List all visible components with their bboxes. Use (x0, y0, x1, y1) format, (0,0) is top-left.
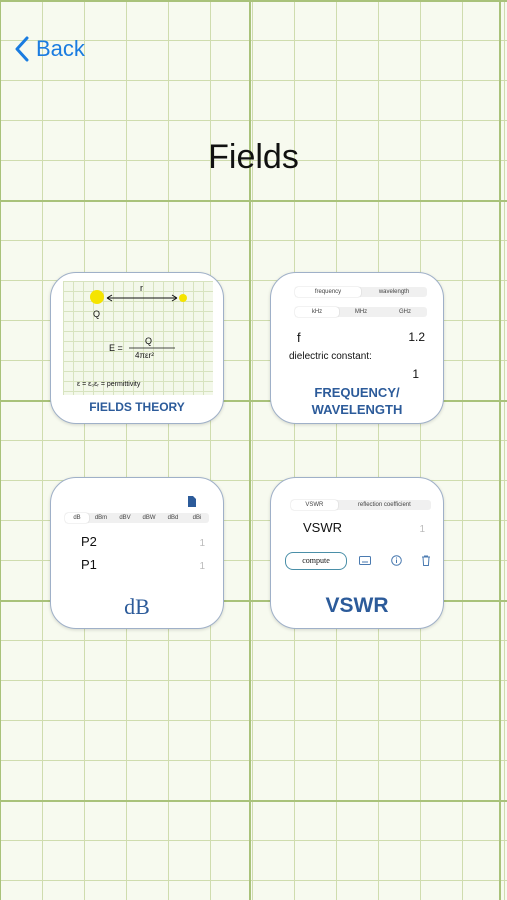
tab-ghz: GHz (399, 309, 411, 315)
db-label: dB (124, 594, 150, 619)
frequency-value: 1.2 (408, 330, 425, 344)
frequency-wavelength-label: FREQUENCY/ WAVELENGTH (271, 384, 443, 418)
frequency-label-line1: FREQUENCY/ (314, 385, 400, 400)
tab-dbi: dBi (192, 515, 202, 521)
charge-label: Q (93, 309, 101, 319)
fields-theory-diagram: r Q E = Q 4πεr² ε = ε₀εᵣ = permittivity (63, 281, 213, 395)
document-icon (188, 496, 196, 507)
field-equation-label: E = (109, 343, 123, 353)
tab-wavelength: wavelength (378, 289, 410, 295)
info-icon (391, 555, 402, 566)
tab-reflection-coefficient: reflection coefficient (357, 502, 411, 508)
dielectric-label: dielectric constant: (289, 351, 372, 362)
p1-label: P1 (81, 557, 97, 572)
p1-value: 1 (199, 561, 205, 572)
vswr-field-value: 1 (419, 524, 425, 535)
keyboard-icon (359, 556, 371, 565)
vswr-mode-selector: VSWR reflection coefficient (291, 500, 431, 510)
back-button[interactable]: Back (14, 36, 85, 62)
tab-dbd: dBd (167, 515, 179, 521)
distance-label: r (140, 283, 143, 293)
compute-button: compute (285, 552, 347, 570)
equation-numerator: Q (145, 336, 153, 346)
db-unit-selector: dB dBm dBV dBW dBd dBi (65, 513, 209, 523)
vswr-label: VSWR (325, 594, 389, 617)
tab-frequency: frequency (295, 287, 361, 297)
permittivity-label: ε = ε₀εᵣ = permittivity (77, 381, 141, 388)
page-title: Fields (208, 138, 299, 176)
fields-theory-label: FIELDS THEORY (89, 400, 185, 414)
dielectric-value: 1 (412, 367, 419, 381)
db-tile[interactable]: dB dBm dBV dBW dBd dBi P2 1 P1 1 dB (50, 477, 224, 629)
p2-label: P2 (81, 534, 97, 549)
frequency-label-line2: WAVELENGTH (311, 402, 403, 417)
fields-theory-tile[interactable]: r Q E = Q 4πεr² ε = ε₀εᵣ = permittivity … (50, 272, 224, 424)
frequency-unit-selector: kHz MHz GHz (295, 307, 427, 317)
vswr-field-label: VSWR (303, 520, 342, 535)
tab-mhz: MHz (354, 309, 368, 315)
chevron-left-icon (15, 36, 29, 62)
frequency-mode-selector: frequency wavelength (295, 287, 427, 297)
tab-dbw: dBW (142, 515, 156, 521)
back-label: Back (36, 36, 85, 61)
p2-value: 1 (199, 538, 205, 549)
frequency-wavelength-tile[interactable]: frequency wavelength kHz MHz GHz f 1.2 d… (270, 272, 444, 424)
tab-vswr: VSWR (291, 500, 338, 510)
equation-denominator: 4πεr² (135, 351, 154, 360)
trash-icon (422, 555, 430, 566)
tab-db: dB (65, 513, 89, 523)
frequency-label: f (297, 330, 301, 345)
tab-dbv: dBV (119, 515, 131, 521)
vswr-tile[interactable]: VSWR reflection coefficient VSWR 1 compu… (270, 477, 444, 629)
tab-dbm: dBm (94, 515, 108, 521)
tab-khz: kHz (295, 307, 339, 317)
